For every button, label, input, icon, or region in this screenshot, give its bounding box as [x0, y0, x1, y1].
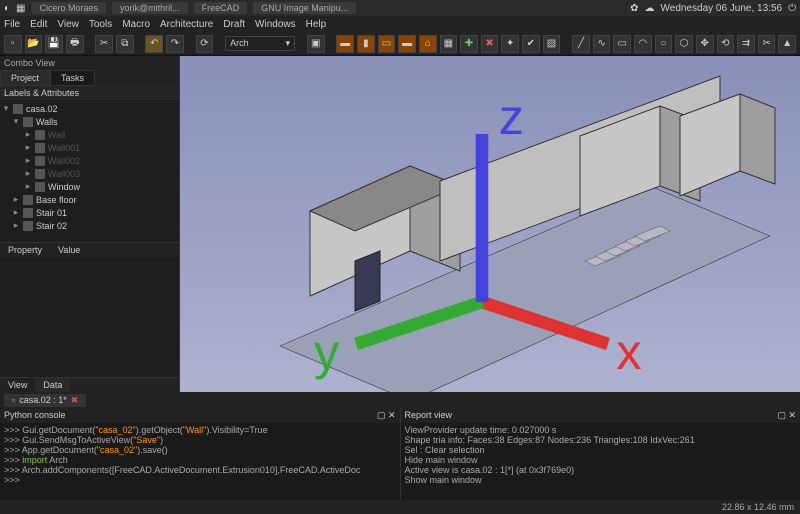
save-icon[interactable]: 💾 [45, 35, 63, 53]
property-panel[interactable] [0, 257, 179, 377]
new-icon[interactable]: ▫ [4, 35, 22, 53]
menu-edit[interactable]: Edit [30, 19, 47, 30]
doc-tab[interactable]: ▫ casa.02 : 1* ✖ [4, 394, 86, 407]
doc-icon: ▫ [12, 395, 15, 406]
clock: Wednesday 06 June, 13:56 [661, 3, 783, 14]
menu-macro[interactable]: Macro [122, 19, 150, 30]
menu-architecture[interactable]: Architecture [160, 19, 213, 30]
tab-data[interactable]: Data [35, 378, 70, 392]
menu-draft[interactable]: Draft [223, 19, 245, 30]
statusbar: 22.86 x 12.46 mm [0, 500, 800, 514]
console-title: Python console [4, 410, 66, 421]
document-tabs: ▫ casa.02 : 1* ✖ [0, 392, 800, 408]
workbench-selector[interactable]: Arch▾ [225, 36, 295, 51]
taskbar-tab[interactable]: FreeCAD [194, 2, 248, 14]
copy-icon[interactable]: ⧉ [116, 35, 134, 53]
tree-item[interactable]: Wall002 [48, 156, 80, 166]
system-titlebar: ◐ ▦ Cicero Moraes yorik@mithril... FreeC… [0, 0, 800, 16]
tree-item[interactable]: Wall [48, 130, 65, 140]
property-header: PropertyValue [0, 242, 179, 257]
menubar: File Edit View Tools Macro Architecture … [0, 16, 800, 32]
tree-walls[interactable]: Walls [36, 117, 58, 127]
tab-view[interactable]: View [0, 378, 35, 392]
axes-gizmo: x y z [172, 50, 792, 386]
report-body: ViewProvider update time: 0.027000 sShap… [401, 423, 800, 500]
document-tree[interactable]: ▾casa.02 ▾Walls ▸Wall ▸Wall001 ▸Wall002 … [0, 100, 179, 242]
menu-view[interactable]: View [57, 19, 79, 30]
tree-item[interactable]: Stair 02 [36, 221, 67, 231]
panel-controls[interactable]: ▢ ✕ [777, 410, 796, 421]
3d-viewport[interactable]: x y z [180, 56, 800, 392]
close-icon[interactable]: ✖ [71, 395, 79, 406]
panel-controls[interactable]: ▢ ✕ [377, 410, 396, 421]
apps-icon: ▦ [16, 3, 25, 14]
svg-text:z: z [499, 88, 524, 145]
tree-item[interactable]: Base floor [36, 195, 77, 205]
taskbar-tab[interactable]: Cicero Moraes [32, 2, 107, 14]
menu-windows[interactable]: Windows [255, 19, 296, 30]
status-dims: 22.86 x 12.46 mm [722, 502, 794, 512]
open-icon[interactable]: 📂 [25, 35, 43, 53]
combo-view-panel: Combo View Project Tasks Labels & Attrib… [0, 56, 180, 392]
distro-icon: ◐ [4, 3, 10, 14]
undo-icon[interactable]: ↶ [145, 35, 163, 53]
power-icon[interactable]: ⏻ [788, 3, 796, 14]
menu-help[interactable]: Help [306, 19, 327, 30]
tab-tasks[interactable]: Tasks [50, 70, 95, 86]
svg-text:y: y [314, 323, 340, 380]
report-title: Report view [405, 410, 453, 421]
menu-file[interactable]: File [4, 19, 20, 30]
taskbar-tab[interactable]: GNU Image Manipu... [253, 2, 356, 14]
svg-text:x: x [616, 323, 641, 380]
tree-item[interactable]: Stair 01 [36, 208, 67, 218]
tree-item[interactable]: Window [48, 182, 80, 192]
tray-icon[interactable]: ✿ [630, 3, 638, 14]
python-console[interactable]: Python console ▢ ✕ >>> Gui.getDocument("c… [0, 408, 401, 500]
tree-item[interactable]: Wall001 [48, 143, 80, 153]
tab-project[interactable]: Project [0, 70, 50, 86]
chevron-down-icon: ▾ [286, 38, 291, 49]
menu-tools[interactable]: Tools [89, 19, 112, 30]
console-body[interactable]: >>> Gui.getDocument("casa_02").getObject… [0, 423, 400, 500]
print-icon[interactable]: 🖶 [66, 35, 84, 53]
report-view: Report view ▢ ✕ ViewProvider update time:… [401, 408, 800, 500]
taskbar-tab[interactable]: yorik@mithril... [112, 2, 188, 14]
labels-header: Labels & Attributes [0, 86, 179, 100]
combo-view-label: Combo View [0, 56, 179, 70]
tree-doc[interactable]: casa.02 [26, 104, 58, 114]
tree-item[interactable]: Wall003 [48, 169, 80, 179]
cut-icon[interactable]: ✂ [95, 35, 113, 53]
tray-icon[interactable]: ☁ [645, 3, 655, 14]
